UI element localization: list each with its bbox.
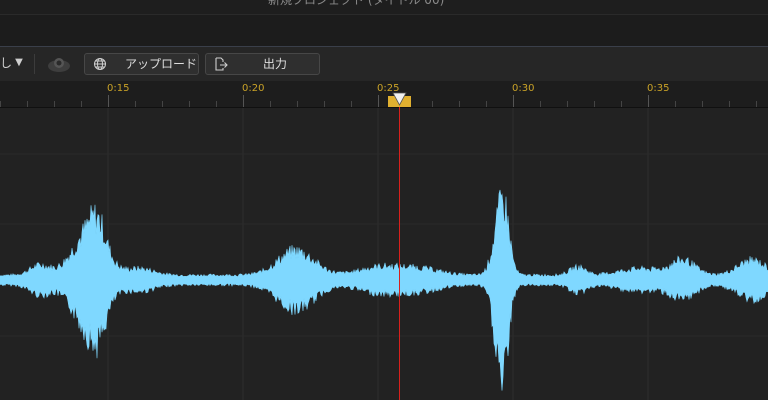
- timeline-toolbar: し ▼ アップロード 出力: [0, 46, 768, 82]
- tick-label: 0:35: [647, 83, 670, 94]
- tick-label: 0:30: [512, 83, 535, 94]
- toolbar-divider: [34, 54, 35, 74]
- ruler-tick: [351, 101, 352, 107]
- playhead-line[interactable]: [399, 100, 400, 400]
- ruler-tick: [378, 95, 379, 107]
- ruler-tick: [27, 101, 28, 107]
- ruler-tick: [135, 101, 136, 107]
- ruler-tick: [621, 101, 622, 107]
- export-icon: [214, 57, 228, 71]
- ruler-tick: [189, 101, 190, 107]
- ruler-tick: [81, 101, 82, 107]
- waveform-path: [0, 189, 768, 391]
- ruler-tick: [486, 101, 487, 107]
- ruler-tick: [216, 101, 217, 107]
- ruler-tick: [567, 101, 568, 107]
- ruler-tick: [459, 101, 460, 107]
- ruler-tick: [702, 101, 703, 107]
- mode-label: し: [0, 56, 13, 70]
- export-label: 出力: [263, 57, 288, 71]
- chevron-down-icon[interactable]: ▼: [12, 55, 26, 71]
- ruler-tick: [270, 101, 271, 107]
- tick-label: 0:15: [107, 83, 130, 94]
- tick-label: 0:20: [242, 83, 265, 94]
- upload-button[interactable]: アップロード: [84, 53, 199, 75]
- ruler-tick: [540, 101, 541, 107]
- ruler-tick: [513, 95, 514, 107]
- ruler-tick: [162, 101, 163, 107]
- waveform: [0, 108, 768, 400]
- ruler-tick: [243, 95, 244, 107]
- playhead-handle[interactable]: [388, 92, 411, 107]
- title-bar: 新規プロジェクト (タイトル 00): [0, 0, 768, 14]
- track-grid: [0, 108, 768, 400]
- camera-icon[interactable]: [46, 55, 72, 73]
- ruler-tick: [54, 101, 55, 107]
- ruler-tick: [324, 101, 325, 107]
- export-button[interactable]: 出力: [205, 53, 320, 75]
- upload-label: アップロード: [125, 57, 198, 71]
- ruler-tick: [108, 95, 109, 107]
- ruler-tick: [0, 101, 1, 107]
- globe-icon: [93, 57, 107, 71]
- window-title: 新規プロジェクト (タイトル 00): [268, 0, 445, 7]
- ruler-tick: [729, 101, 730, 107]
- audio-track[interactable]: [0, 108, 768, 400]
- ruler-tick: [675, 101, 676, 107]
- ruler-tick: [432, 101, 433, 107]
- ruler-tick: [594, 101, 595, 107]
- upper-panel: [0, 14, 768, 47]
- ruler-tick: [756, 101, 757, 107]
- ruler-tick: [297, 101, 298, 107]
- ruler-tick: [648, 95, 649, 107]
- timeline-ruler[interactable]: 0:15 0:20 0:25 0:30 0:35: [0, 81, 768, 108]
